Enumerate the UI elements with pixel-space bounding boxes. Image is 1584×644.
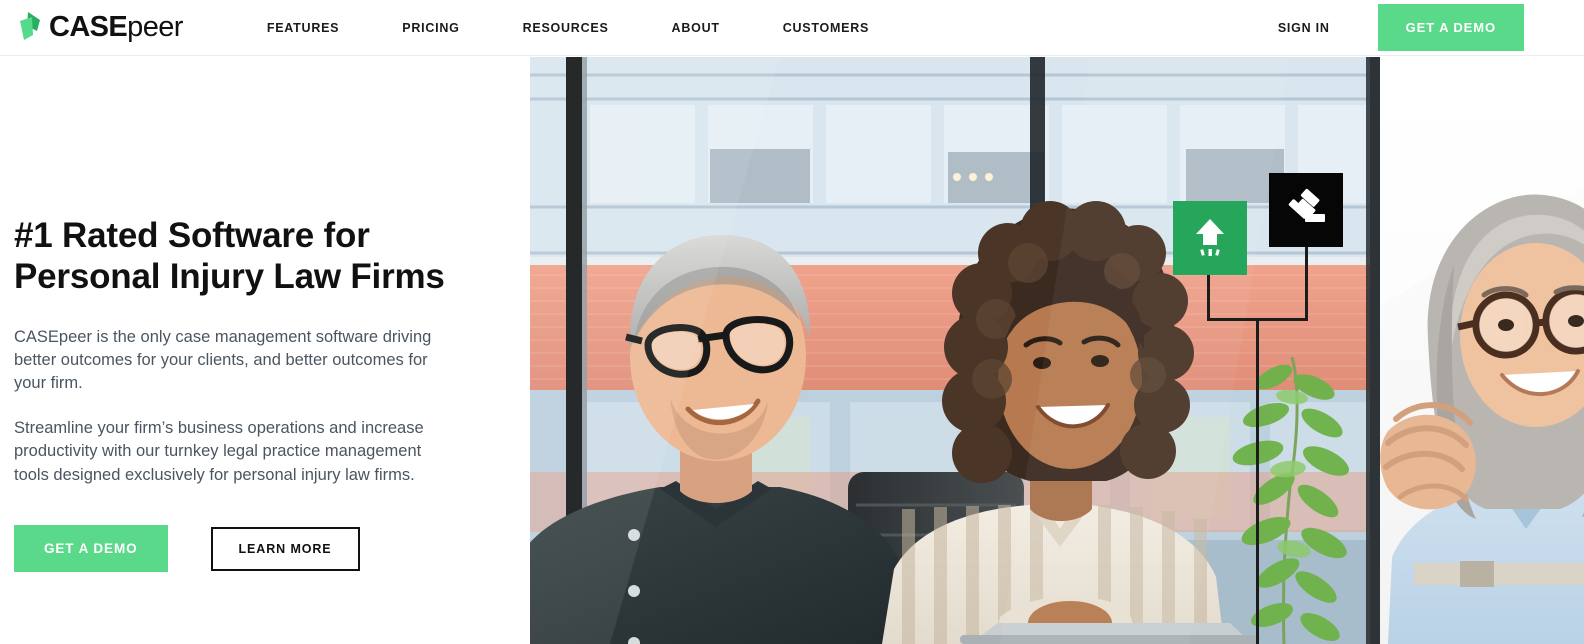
header-get-a-demo-button[interactable]: GET A DEMO — [1377, 4, 1524, 51]
badge-connector-right-vertical — [1305, 241, 1308, 321]
hero-learn-more-button[interactable]: LEARN MORE — [210, 526, 360, 571]
growth-arrow-icon — [1188, 214, 1232, 263]
site-header: CASEpeer FEATURES PRICING RESOURCES ABOU… — [0, 0, 1584, 56]
hero-copy-column: #1 Rated Software for Personal Injury La… — [14, 215, 484, 573]
hero-headline: #1 Rated Software for Personal Injury La… — [14, 215, 484, 298]
hero-get-a-demo-button[interactable]: GET A DEMO — [14, 525, 168, 573]
hero-headline-line-1: #1 Rated Software for — [14, 216, 370, 255]
brand-logo-link[interactable]: CASEpeer — [14, 11, 183, 45]
header-actions: SIGN IN GET A DEMO — [1278, 4, 1584, 51]
main-navigation: FEATURES PRICING RESOURCES ABOUT CUSTOME… — [267, 13, 932, 43]
nav-item-about[interactable]: ABOUT — [672, 13, 720, 43]
hero-paragraph-1: CASEpeer is the only case management sof… — [14, 327, 432, 393]
sign-in-link[interactable]: SIGN IN — [1278, 21, 1330, 35]
badge-gavel[interactable] — [1269, 173, 1343, 247]
hero-image — [530, 57, 1584, 644]
brand-word-case: CASE — [49, 11, 128, 43]
nav-item-pricing[interactable]: PRICING — [402, 13, 459, 43]
badge-connector-left-vertical — [1207, 269, 1210, 320]
nav-item-features[interactable]: FEATURES — [267, 13, 339, 43]
brand-wordmark: CASEpeer — [49, 13, 183, 42]
nav-item-customers[interactable]: CUSTOMERS — [783, 13, 869, 43]
nav-item-resources[interactable]: RESOURCES — [523, 13, 609, 43]
hero-headline-line-2: Personal Injury Law Firms — [14, 257, 445, 297]
gavel-icon — [1284, 186, 1328, 235]
badge-growth[interactable] — [1173, 201, 1247, 275]
casepeer-leaf-logo-icon — [14, 11, 42, 45]
hero-cta-row: GET A DEMO LEARN MORE — [14, 525, 484, 573]
hero-paragraph-2: Streamline your firm’s business operatio… — [14, 418, 424, 484]
badge-connector-stem — [1256, 318, 1259, 644]
brand-word-peer: peer — [127, 11, 183, 43]
